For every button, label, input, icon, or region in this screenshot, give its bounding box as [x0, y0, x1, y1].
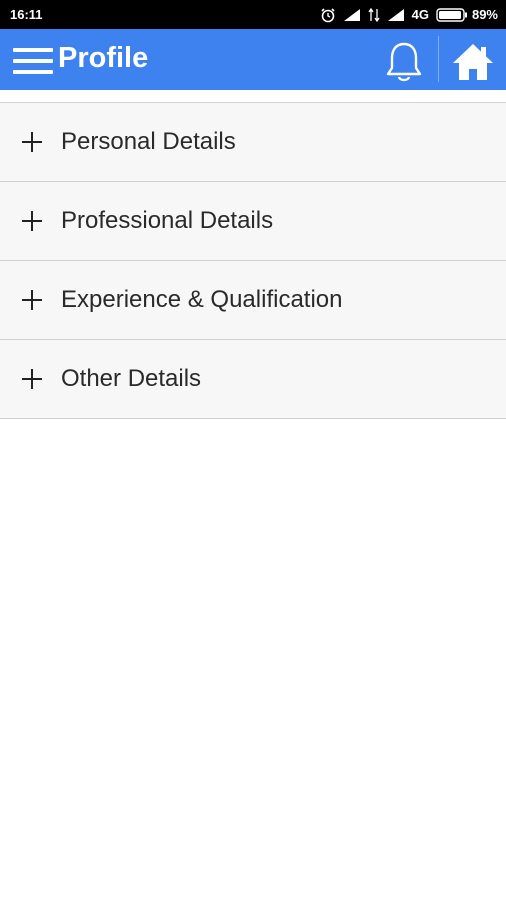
data-arrows-icon [368, 7, 380, 22]
home-icon[interactable] [452, 43, 494, 81]
signal-icon [343, 8, 360, 21]
signal-icon [387, 8, 404, 21]
plus-icon [22, 211, 42, 231]
plus-icon [22, 369, 42, 389]
alarm-icon [321, 7, 335, 22]
network-type: 4G [411, 7, 429, 22]
app-bar: Profile [0, 29, 506, 90]
menu-icon[interactable] [13, 46, 53, 76]
profile-sections: Personal Details Professional Details Ex… [0, 102, 506, 419]
section-label: Professional Details [61, 207, 274, 234]
section-label: Experience & Qualification [61, 286, 343, 313]
section-experience-qualification[interactable]: Experience & Qualification [0, 261, 506, 340]
status-icons: 4G 89% [320, 7, 498, 23]
battery-icon [436, 7, 467, 22]
section-other-details[interactable]: Other Details [0, 340, 506, 419]
section-personal-details[interactable]: Personal Details [0, 103, 506, 182]
bell-icon[interactable] [384, 41, 424, 83]
section-professional-details[interactable]: Professional Details [0, 182, 506, 261]
page-title: Profile [58, 42, 149, 74]
status-time: 16:11 [10, 7, 43, 22]
section-label: Personal Details [61, 128, 236, 155]
status-bar: 16:11 4G 89% [0, 0, 506, 29]
plus-icon [22, 132, 42, 152]
section-label: Other Details [61, 365, 202, 392]
battery-percent: 89% [471, 7, 498, 22]
plus-icon [22, 290, 42, 310]
app-bar-divider [438, 36, 439, 82]
battery: 89% [436, 7, 498, 22]
